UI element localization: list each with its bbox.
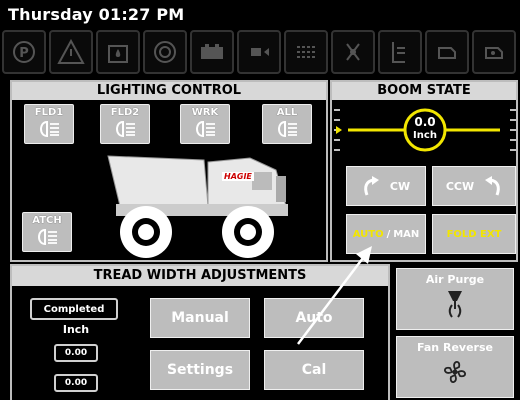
svg-text:P: P — [19, 46, 29, 61]
tread-value-right: 0.00 — [54, 374, 98, 392]
boom-state-title: BOOM STATE — [332, 82, 516, 100]
all-lights-button[interactable]: ALL — [262, 104, 312, 144]
rotate-cw-button[interactable]: CW — [346, 166, 426, 206]
curved-arrow-cw-icon — [364, 176, 379, 196]
tread-unit-label: Inch — [62, 323, 90, 336]
fan-reverse-label: Fan Reverse — [417, 341, 493, 354]
settings-button-label: Settings — [166, 362, 234, 378]
battery-icon — [190, 30, 234, 74]
settings-button[interactable]: Settings — [150, 350, 250, 390]
fld1-light-button[interactable]: FLD1 — [24, 104, 74, 144]
fld2-light-button[interactable]: FLD2 — [100, 104, 150, 144]
headlight-icon — [40, 120, 59, 138]
fld1-label: FLD1 — [34, 107, 64, 118]
fld2-label: FLD2 — [110, 107, 140, 118]
headlight-icon — [38, 228, 57, 246]
fan-icon — [331, 30, 375, 74]
engine-oil-icon — [237, 30, 281, 74]
fan-icon — [444, 361, 466, 383]
boom-height-value: 0.0 — [414, 115, 436, 129]
lighting-control-panel: LIGHTING CONTROL FLD1 FLD2 WRK ALL HAGIE… — [10, 80, 328, 262]
curved-arrow-ccw-icon — [485, 176, 500, 196]
air-purge-label: Air Purge — [425, 273, 485, 286]
wrk-label: WRK — [191, 107, 219, 118]
all-label: ALL — [276, 107, 298, 118]
parking-brake-icon: P — [2, 30, 46, 74]
lighting-control-title: LIGHTING CONTROL — [12, 82, 326, 100]
rotate-ccw-button[interactable]: CCW — [432, 166, 516, 206]
boom-level-indicator: 0.0 Inch — [332, 104, 518, 152]
auto-label: AUTO — [352, 228, 384, 240]
fold-ext-label: FOLD EXT — [446, 228, 502, 240]
boom-height-unit: Inch — [413, 130, 437, 141]
fan-reverse-button[interactable]: Fan Reverse — [396, 336, 514, 398]
date-time: Thursday 01:27 PM — [8, 5, 185, 24]
cal-button-label: Cal — [301, 362, 327, 378]
tread-status-box: Completed — [30, 298, 118, 320]
work-light-button[interactable]: WRK — [180, 104, 230, 144]
fuel-level-icon — [378, 30, 422, 74]
tread-value-left: 0.00 — [54, 344, 98, 362]
nozzle-icon — [448, 291, 462, 318]
water-in-fuel-icon — [96, 30, 140, 74]
cw-label: CW — [389, 179, 411, 193]
headlight-icon — [116, 120, 135, 138]
sprayer-vehicle-graphic: HAGIE — [100, 148, 296, 260]
headlight-icon — [196, 120, 215, 138]
fold-extend-button[interactable]: FOLD EXT — [432, 214, 516, 254]
atch-label: ATCH — [32, 215, 62, 226]
air-purge-button[interactable]: Air Purge — [396, 268, 514, 330]
manual-button[interactable]: Manual — [150, 298, 250, 338]
tread-status-text: Completed — [43, 303, 105, 315]
ccw-label: CCW — [445, 179, 475, 193]
engine-preheat-icon — [472, 30, 516, 74]
air-filter-icon — [143, 30, 187, 74]
coolant-temp-icon — [284, 30, 328, 74]
warning-icon-bar: P — [2, 30, 520, 74]
boom-state-panel: BOOM STATE 0.0 Inch CW CCW AUTO / MAN FO… — [330, 80, 518, 262]
engine-check-icon — [425, 30, 469, 74]
warning-triangle-icon — [49, 30, 93, 74]
brand-logo: HAGIE — [222, 172, 254, 181]
manual-button-label: Manual — [171, 310, 229, 326]
headlight-icon — [278, 120, 297, 138]
attachment-light-button[interactable]: ATCH — [22, 212, 72, 252]
auto-man-separator: / — [386, 228, 391, 240]
pointer-arrow — [297, 246, 372, 345]
cal-button[interactable]: Cal — [264, 350, 364, 390]
manual-label: MAN — [393, 228, 420, 240]
